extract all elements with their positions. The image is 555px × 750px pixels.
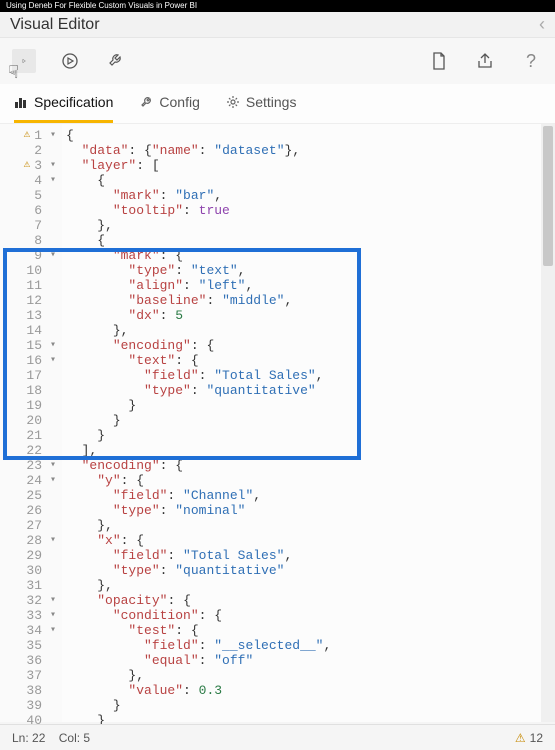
col-label: Col:: [59, 731, 80, 745]
code-editor[interactable]: ⚠1▾2⚠3▾4▾56789▾101112131415▾16▾171819202…: [0, 124, 555, 722]
tab-specification[interactable]: Specification: [14, 84, 113, 123]
fix-button[interactable]: [104, 49, 128, 73]
window-header: Visual Editor ‹: [0, 12, 555, 38]
tab-label: Specification: [34, 94, 113, 110]
warning-icon: ⚠: [515, 731, 526, 745]
status-bar: Ln: 22 Col: 5 ⚠ 12: [0, 724, 555, 750]
scroll-thumb[interactable]: [543, 126, 553, 266]
cycle-play-icon: [61, 52, 79, 70]
gear-icon: [226, 95, 240, 109]
document-icon: [431, 52, 447, 70]
new-file-button[interactable]: [427, 49, 451, 73]
warning-count: 12: [530, 731, 543, 745]
toolbar: ?: [0, 38, 555, 84]
code-area[interactable]: { "data": {"name": "dataset"}, "layer": …: [62, 124, 555, 722]
tab-settings[interactable]: Settings: [226, 84, 297, 123]
wrench-icon: [139, 95, 153, 109]
gutter: ⚠1▾2⚠3▾4▾56789▾101112131415▾16▾171819202…: [0, 124, 62, 722]
line-label: Ln:: [12, 731, 29, 745]
tab-label: Config: [159, 94, 199, 110]
collapse-chevron-icon[interactable]: ‹: [539, 14, 545, 35]
line-value: 22: [32, 731, 45, 745]
bar-chart-icon: [14, 95, 28, 109]
tab-config[interactable]: Config: [139, 84, 199, 123]
play-icon: [22, 54, 26, 68]
help-button[interactable]: ?: [519, 49, 543, 73]
share-icon: [476, 53, 494, 69]
tab-label: Settings: [246, 94, 297, 110]
wrench-icon: [107, 52, 125, 70]
window-title: Visual Editor: [10, 16, 100, 34]
col-value: 5: [83, 731, 90, 745]
auto-apply-button[interactable]: [58, 49, 82, 73]
video-title-strip: Using Deneb For Flexible Custom Visuals …: [0, 0, 555, 12]
help-icon: ?: [526, 51, 536, 72]
editor-tabs: Specification Config Settings: [0, 84, 555, 124]
play-button[interactable]: [12, 49, 36, 73]
scrollbar[interactable]: [541, 124, 555, 722]
export-button[interactable]: [473, 49, 497, 73]
